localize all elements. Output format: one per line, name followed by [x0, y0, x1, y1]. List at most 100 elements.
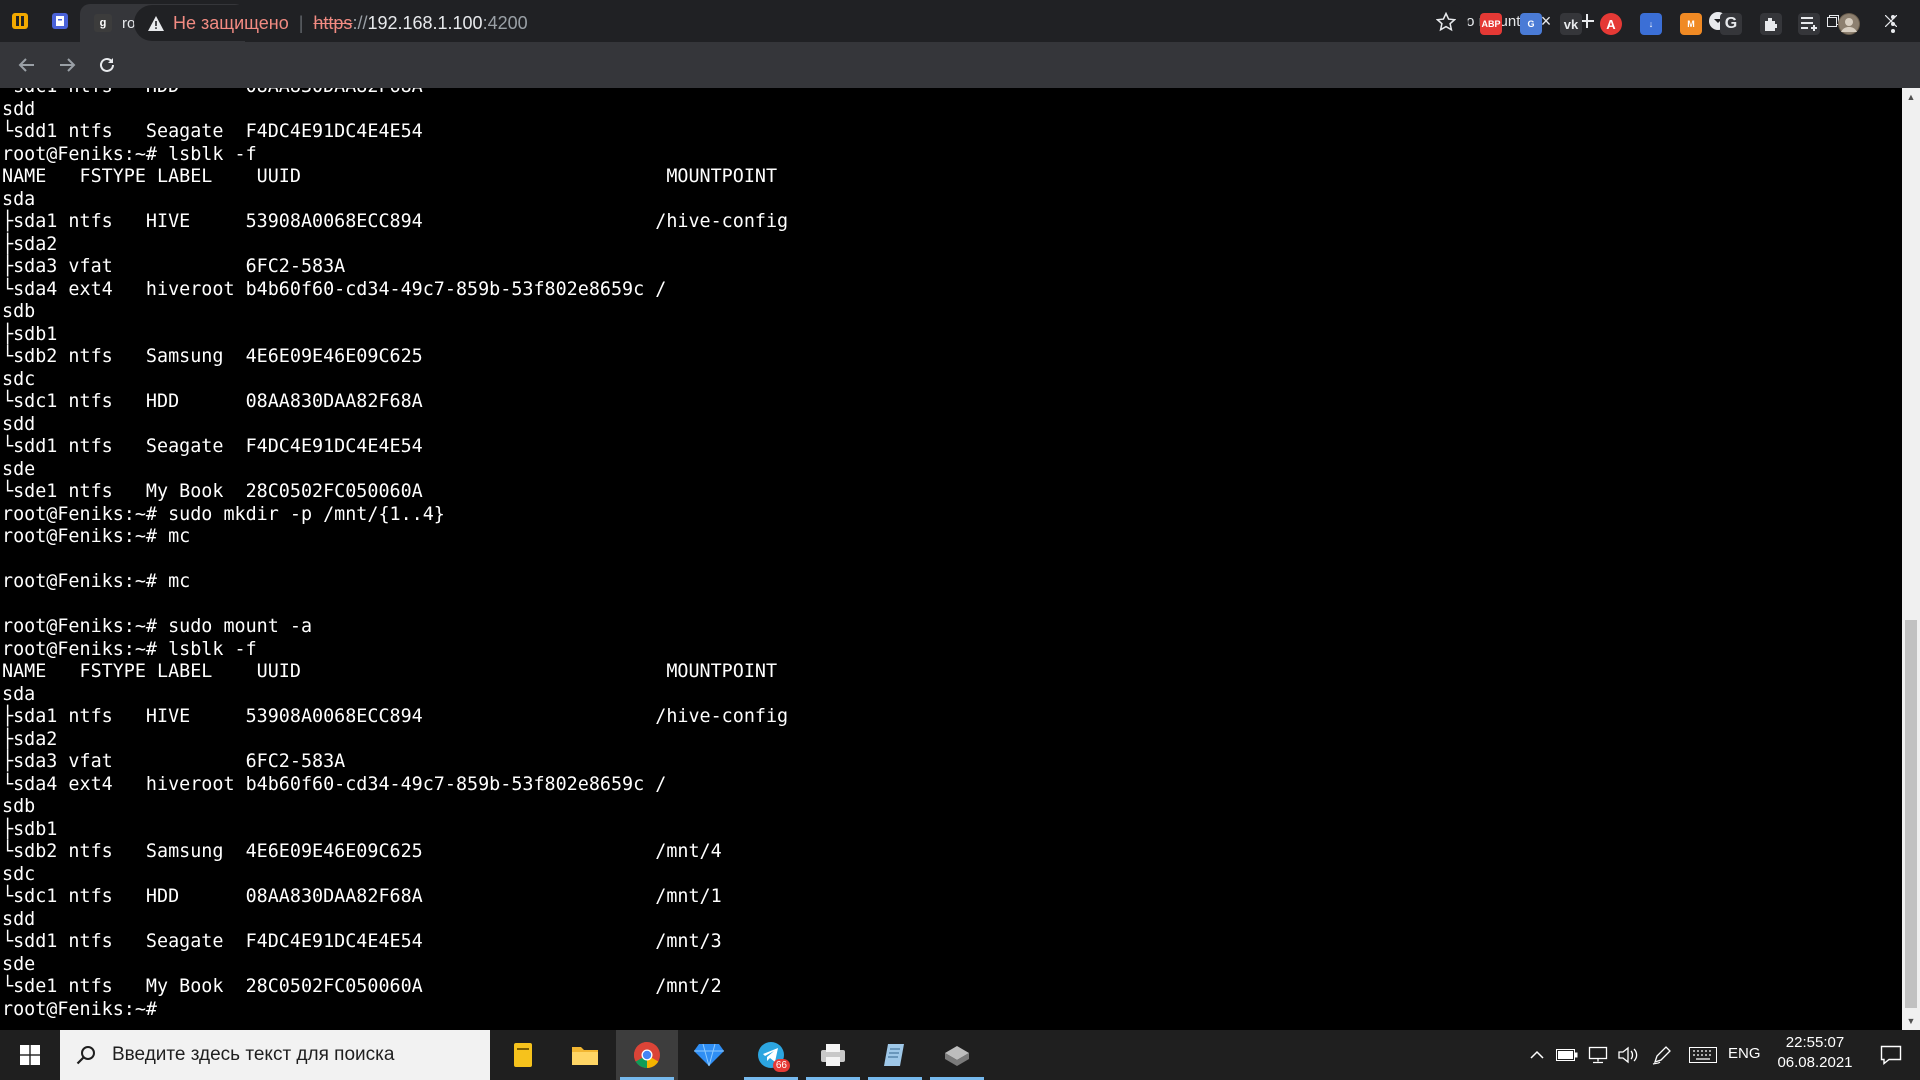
- extensions-extension-icon[interactable]: [1760, 13, 1782, 35]
- taskbar-sticky-notes[interactable]: [492, 1030, 554, 1080]
- battery-icon[interactable]: [1554, 1030, 1580, 1080]
- pinned-tab-docs[interactable]: [40, 0, 80, 42]
- terminal-line: root@Feniks:~# lsblk -f: [2, 143, 257, 165]
- avatar-icon: [1839, 14, 1859, 34]
- terminal-line: ├sda2: [2, 728, 58, 750]
- grammarly-extension-icon[interactable]: G: [1720, 13, 1742, 35]
- adblock-extension-icon[interactable]: ABP: [1480, 13, 1502, 35]
- terminal-line: ├sda2: [2, 233, 58, 255]
- reload-button[interactable]: [87, 47, 127, 83]
- address-separator: |: [298, 12, 304, 33]
- pen-icon[interactable]: [1648, 1030, 1676, 1080]
- url-host: 192.168.1.100: [367, 12, 483, 33]
- terminal-line: sda: [2, 188, 36, 210]
- browser-menu-button[interactable]: [1882, 13, 1904, 35]
- terminal-line: └sdd1 ntfs Seagate F4DC4E91DC4E4E54 /mnt…: [2, 931, 722, 952]
- taskbar-file-explorer[interactable]: [554, 1030, 616, 1080]
- search-icon: [76, 1045, 96, 1065]
- metamask-extension-icon[interactable]: M: [1680, 13, 1702, 35]
- tray-overflow-button[interactable]: [1526, 1030, 1548, 1080]
- scrollbar-thumb[interactable]: [1905, 620, 1917, 1008]
- taskbar-search-box[interactable]: Введите здесь текст для поиска: [60, 1030, 490, 1080]
- taskbar-install-app[interactable]: [926, 1030, 988, 1080]
- terminal-line: root@Feniks:~# sudo mount -a: [2, 616, 313, 637]
- reading-list-extension-icon[interactable]: [1798, 13, 1820, 35]
- terminal-line: └sdc1 ntfs HDD 08AA830DAA82F68A: [2, 391, 423, 412]
- network-icon[interactable]: [1584, 1030, 1612, 1080]
- vk-extension-icon[interactable]: vk: [1560, 13, 1582, 35]
- language-indicator[interactable]: ENG: [1728, 1045, 1761, 1062]
- terminal-line: sdc: [2, 368, 36, 390]
- arrow-right-icon: [60, 58, 76, 72]
- terminal-line: ├sda1 ntfs HIVE 53908A0068ECC894 /hive-c…: [2, 211, 789, 232]
- chrome-icon: [633, 1041, 661, 1069]
- browser-toolbar: [0, 42, 1920, 88]
- taskbar-notepad-app[interactable]: [864, 1030, 926, 1080]
- unread-badge: 66: [772, 1059, 790, 1072]
- taskbar-chrome[interactable]: [616, 1030, 678, 1080]
- windows-logo-icon: [20, 1045, 40, 1065]
- sticky-notes-icon: [512, 1042, 534, 1068]
- profile-avatar[interactable]: [1838, 13, 1860, 35]
- file-explorer-icon: [571, 1044, 599, 1066]
- terminal-line: sdd: [2, 908, 36, 930]
- download-extension-icon[interactable]: ↓: [1640, 13, 1662, 35]
- forward-button[interactable]: [47, 47, 87, 83]
- taskbar-clock[interactable]: 22:55:07 06.08.2021: [1760, 1033, 1870, 1073]
- star-icon: [1435, 11, 1457, 32]
- clock-time: 22:55:07: [1785, 1034, 1845, 1051]
- docs-icon: [52, 13, 68, 29]
- notification-icon: [1880, 1045, 1902, 1065]
- terminal-line: └sda4 ext4 hiveroot b4b60f60-cd34-49c7-8…: [2, 278, 667, 300]
- terminal-line: sdb: [2, 796, 36, 817]
- terminal-line: sdd: [2, 98, 36, 120]
- url-scheme: https: [313, 12, 353, 33]
- antivirus-extension-icon[interactable]: A: [1600, 13, 1622, 35]
- taskbar-telegram[interactable]: 66: [740, 1030, 802, 1080]
- terminal-line: root@Feniks:~# mc: [2, 526, 191, 547]
- url-text[interactable]: https://192.168.1.100:4200: [313, 13, 527, 34]
- terminal-line: sda: [2, 683, 36, 705]
- printer-app-icon: [819, 1042, 847, 1068]
- terminal-line: └sdd1 ntfs Seagate F4DC4E91DC4E4E54: [2, 121, 423, 142]
- crystal-app-icon: [694, 1043, 724, 1067]
- terminal-line: └sdd1 ntfs Seagate F4DC4E91DC4E4E54: [2, 436, 423, 457]
- terminal-g-icon: g: [94, 14, 112, 32]
- bookmark-star-button[interactable]: [1435, 11, 1457, 37]
- notifications-button[interactable]: [1866, 1030, 1916, 1080]
- translate-extension-icon[interactable]: G: [1520, 13, 1542, 35]
- taskbar-printer-app[interactable]: [802, 1030, 864, 1080]
- mining-logo-icon: [12, 13, 28, 29]
- clock-date: 06.08.2021: [1777, 1054, 1853, 1071]
- terminal-line: sdc: [2, 863, 36, 885]
- warning-icon[interactable]: [148, 15, 164, 31]
- terminal-line: ├sda3 vfat 6FC2-583A: [2, 751, 346, 772]
- scroll-down-arrow-icon[interactable]: ▼: [1902, 1012, 1920, 1030]
- terminal-line: └sda4 ext4 hiveroot b4b60f60-cd34-49c7-8…: [2, 773, 667, 795]
- terminal-line: root@Feniks:~#: [2, 998, 169, 1020]
- terminal-scrollbar[interactable]: ▲ ▼: [1902, 88, 1920, 1030]
- terminal-line: ├sdb1: [2, 323, 58, 345]
- keyboard-icon[interactable]: [1686, 1030, 1720, 1080]
- terminal-line: ├sda3 vfat 6FC2-583A: [2, 256, 346, 277]
- terminal-viewport[interactable]: └sdc1 ntfs HDD 08AA830DAA82F68Asdd└sdd1 …: [0, 88, 1902, 1030]
- volume-icon[interactable]: [1614, 1030, 1642, 1080]
- address-bar[interactable]: Не защищено | https://192.168.1.100:4200: [134, 5, 1468, 41]
- terminal-line: NAME FSTYPE LABEL UUID MOUNTPOINT: [2, 661, 778, 682]
- terminal-line: sde: [2, 953, 36, 975]
- terminal-line: root@Feniks:~# sudo mkdir -p /mnt/{1..4}: [2, 503, 445, 525]
- arrow-left-icon: [18, 58, 34, 72]
- scroll-up-arrow-icon[interactable]: ▲: [1902, 88, 1920, 106]
- security-status-label[interactable]: Не защищено: [173, 13, 289, 34]
- search-placeholder: Введите здесь текст для поиска: [112, 1044, 395, 1065]
- terminal-line: └sdb2 ntfs Samsung 4E6E09E46E09C625 /mnt…: [2, 841, 722, 862]
- terminal-line: root@Feniks:~# mc: [2, 571, 191, 592]
- terminal-output: └sdc1 ntfs HDD 08AA830DAA82F68Asdd└sdd1 …: [2, 88, 788, 1021]
- chevron-up-icon: [1530, 1050, 1544, 1059]
- back-button[interactable]: [7, 47, 47, 83]
- pinned-tab-mining[interactable]: [0, 0, 40, 42]
- taskbar-crystal-app[interactable]: [678, 1030, 740, 1080]
- start-button[interactable]: [0, 1030, 60, 1080]
